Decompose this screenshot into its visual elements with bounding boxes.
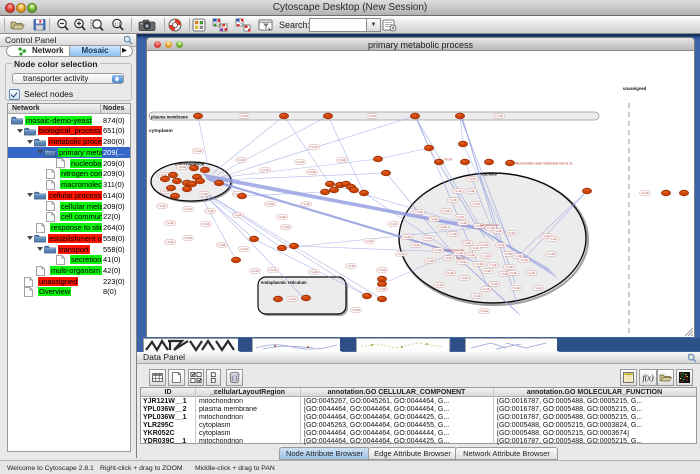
svg-text:Yxl.ddt: Yxl.ddt <box>473 294 481 298</box>
svg-text:Yxl GO:xx xxx: Yxl GO:xx xxx <box>445 248 464 252</box>
svg-text:Yxl.ddt: Yxl.ddt <box>512 286 520 290</box>
svg-text:Yxl.ddt: Yxl.ddt <box>308 170 316 174</box>
svg-text:Yxl.ddt: Yxl.ddt <box>347 264 355 268</box>
svg-text:Yxl.ddt: Yxl.ddt <box>504 252 512 256</box>
svg-text:Yxl.ddt: Yxl.ddt <box>218 243 226 247</box>
svg-text:Yxl.ddt: Yxl.ddt <box>520 258 528 262</box>
svg-text:Yxl.ddt: Yxl.ddt <box>166 221 174 225</box>
svg-text:Yxl.ddt: Yxl.ddt <box>480 243 488 247</box>
svg-text:Yxl.ddt: Yxl.ddt <box>338 158 346 162</box>
svg-text:Yxl.ddt: Yxl.ddt <box>641 191 649 195</box>
svg-text:Yxl.ddt: Yxl.ddt <box>454 189 462 193</box>
svg-text:Yxl.ddt: Yxl.ddt <box>468 177 476 181</box>
svg-text:Yxl.ddt: Yxl.ddt <box>446 271 454 275</box>
svg-text:Yxl.ddt: Yxl.ddt <box>509 271 517 275</box>
svg-text:Yxl.ddt: Yxl.ddt <box>505 265 513 269</box>
svg-text:Yxl.ddt: Yxl.ddt <box>500 272 508 276</box>
svg-text:Yxl.ddt: Yxl.ddt <box>490 282 498 286</box>
svg-text:Yxl.ddt: Yxl.ddt <box>178 165 186 169</box>
svg-text:Yxl.ddt: Yxl.ddt <box>489 263 497 267</box>
svg-text:Yxl.ddt: Yxl.ddt <box>206 209 214 213</box>
svg-text:Yxl.ddt: Yxl.ddt <box>310 145 318 149</box>
svg-text:GO:xx: GO:xx <box>456 256 465 260</box>
svg-text:Yxl.ddt: Yxl.ddt <box>269 268 277 272</box>
svg-text:Yxl.ddt: Yxl.ddt <box>296 160 304 164</box>
svg-text:Yxl.ddt: Yxl.ddt <box>467 253 475 257</box>
svg-text:Yxl.ddt: Yxl.ddt <box>482 254 490 258</box>
svg-text:Yxl.ddt: Yxl.ddt <box>389 222 397 226</box>
svg-text:Yxl.ddt: Yxl.ddt <box>278 215 286 219</box>
svg-text:Yxl.ddt: Yxl.ddt <box>507 231 515 235</box>
svg-text:Yxl.ddt: Yxl.ddt <box>534 286 542 290</box>
svg-text:Yxl.ddt: Yxl.ddt <box>184 207 192 211</box>
svg-text:Yxl.ddt: Yxl.ddt <box>234 213 242 217</box>
svg-text:Yxl.ddt: Yxl.ddt <box>426 259 434 263</box>
svg-text:Yxl.ddt: Yxl.ddt <box>456 215 464 219</box>
svg-text:Yxl.ddt: Yxl.ddt <box>495 114 503 118</box>
svg-text:Yxl.ddt: Yxl.ddt <box>397 252 405 256</box>
svg-text:Yxl.ddt: Yxl.ddt <box>439 225 447 229</box>
svg-text:1:1: 1:1 <box>114 22 121 27</box>
svg-text:Yxl.ddt: Yxl.ddt <box>184 236 192 240</box>
svg-text:Yxl xx: Yxl xx <box>444 158 453 162</box>
svg-text:Yxl.ddt: Yxl.ddt <box>434 248 442 252</box>
svg-text:Yxl.ddt: Yxl.ddt <box>444 256 452 260</box>
svg-text:Yxl.ddt: Yxl.ddt <box>403 235 411 239</box>
svg-text:Yxl.ddt: Yxl.ddt <box>202 222 210 226</box>
svg-text:Yxl.ddt: Yxl.ddt <box>449 232 457 236</box>
svg-text:Yxl.ddt: Yxl.ddt <box>302 202 310 206</box>
svg-text:unassigned: unassigned <box>623 86 647 91</box>
svg-text:Yxl.ddt: Yxl.ddt <box>483 269 491 273</box>
svg-text:Yxl.ddt: Yxl.ddt <box>430 217 438 221</box>
svg-text:cytoplasm: cytoplasm <box>149 128 173 134</box>
svg-text:Yxl.ddt: Yxl.ddt <box>266 202 274 206</box>
svg-text:Yxl.ddt: Yxl.ddt <box>288 297 296 301</box>
svg-text:Yxl.ddt: Yxl.ddt <box>480 309 488 313</box>
svg-text:Yxl.ddt: Yxl.ddt <box>471 246 479 250</box>
svg-text:Yxl.ddt: Yxl.ddt <box>282 225 290 229</box>
svg-text:Yxl.ddt: Yxl.ddt <box>435 283 443 287</box>
svg-text:Yxl.ddt: Yxl.ddt <box>368 114 376 118</box>
svg-text:Yxl.ddt: Yxl.ddt <box>200 192 208 196</box>
svg-text:nucleus: nucleus <box>481 172 497 177</box>
svg-text:Yxl.ddt: Yxl.ddt <box>166 240 174 244</box>
svg-text:Yxl.ddt: Yxl.ddt <box>463 241 471 245</box>
svg-text:Yxl.ddt: Yxl.ddt <box>251 269 259 273</box>
svg-text:Yxl.ddt: Yxl.ddt <box>240 114 248 118</box>
svg-text:Yxl.ddt: Yxl.ddt <box>460 276 468 280</box>
svg-text:Yxl.ddt: Yxl.ddt <box>497 243 505 247</box>
svg-text:Yxl.ddt: Yxl.ddt <box>482 287 490 291</box>
svg-text:endoplasmic reticulum: endoplasmic reticulum <box>261 280 307 285</box>
svg-text:Yxl.ddt: Yxl.ddt <box>158 204 166 208</box>
svg-text:Yxl.ddt: Yxl.ddt <box>365 239 373 243</box>
svg-text:Yxl.ddt: Yxl.ddt <box>449 198 457 202</box>
svg-text:Yxl.ddt: Yxl.ddt <box>527 271 535 275</box>
svg-text:Yxl.ddt: Yxl.ddt <box>475 262 483 266</box>
svg-text:Yxl.ddt: Yxl.ddt <box>261 168 269 172</box>
svg-text:Yxl.ddt: Yxl.ddt <box>472 202 480 206</box>
svg-text:Yxl.ddt: Yxl.ddt <box>547 252 555 256</box>
svg-text:Yxl.ddt: Yxl.ddt <box>514 254 522 258</box>
svg-text:Yxl.ddt: Yxl.ddt <box>424 236 432 240</box>
svg-text:mitochondrion outer membrane G: mitochondrion outer membrane GO:xx xx <box>514 162 573 166</box>
svg-text:Yxl GO:xx xxx: Yxl GO:xx xxx <box>480 223 499 227</box>
svg-text:Yxl.ddt: Yxl.ddt <box>378 287 386 291</box>
svg-text:Yxl.ddt: Yxl.ddt <box>237 158 245 162</box>
svg-text:Yxl.ddt: Yxl.ddt <box>310 270 318 274</box>
svg-text:Yxl.ddt: Yxl.ddt <box>415 210 423 214</box>
svg-text:plasma membrane: plasma membrane <box>151 114 188 119</box>
svg-text:Yxl.ddt: Yxl.ddt <box>194 149 202 153</box>
svg-text:Yxl.ddt: Yxl.ddt <box>352 308 360 312</box>
svg-text:Yxl.ddt: Yxl.ddt <box>459 221 467 225</box>
svg-text:Yxl.ddt: Yxl.ddt <box>442 209 450 213</box>
svg-text:Yxl.ddt: Yxl.ddt <box>494 229 502 233</box>
svg-text:Yxl.ddt: Yxl.ddt <box>549 237 557 241</box>
svg-text:Yxl.ddt: Yxl.ddt <box>378 268 386 272</box>
svg-text:Yxl.ddt: Yxl.ddt <box>467 189 475 193</box>
svg-text:Yxl.ddt: Yxl.ddt <box>458 260 466 264</box>
svg-text:Yxl.ddt: Yxl.ddt <box>412 243 420 247</box>
svg-text:f(x): f(x) <box>643 374 654 383</box>
svg-text:Yxl.ddt: Yxl.ddt <box>240 247 248 251</box>
